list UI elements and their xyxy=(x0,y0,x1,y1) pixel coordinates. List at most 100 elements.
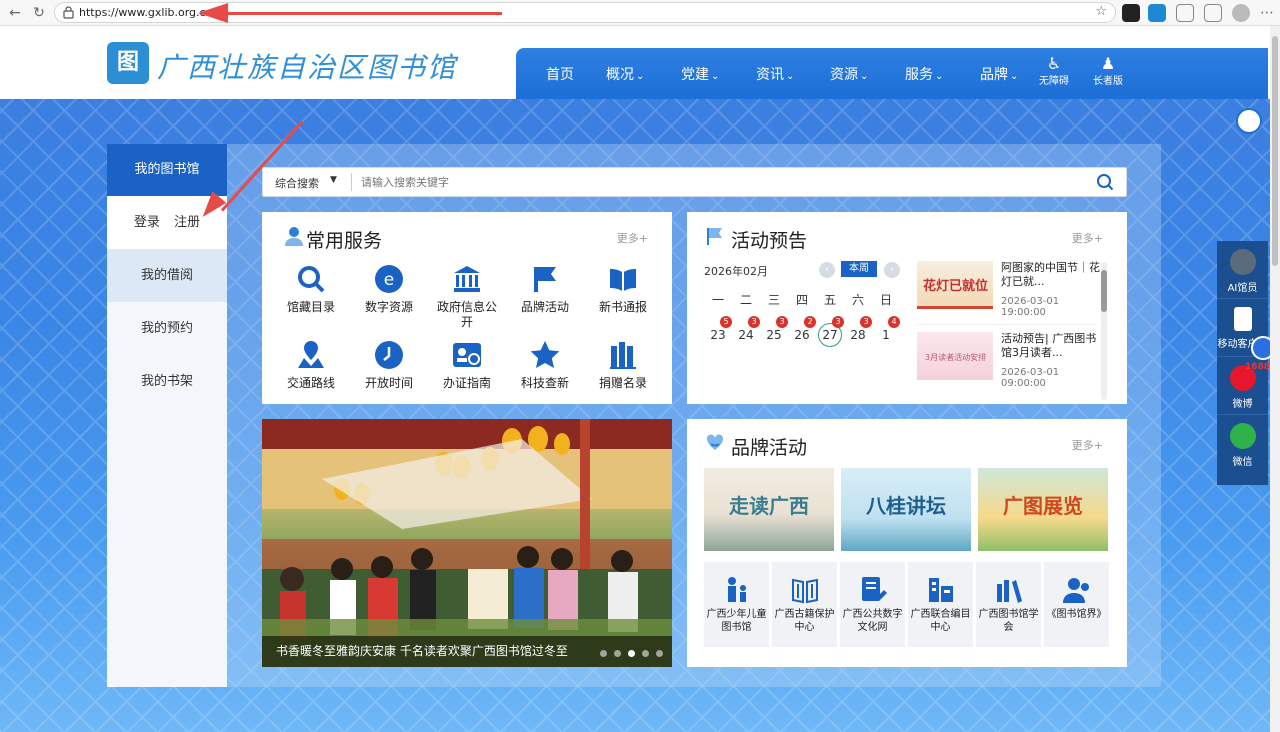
extension-icon[interactable] xyxy=(1122,4,1140,22)
elder-person-icon: ♟ xyxy=(1100,54,1116,73)
government-building-icon xyxy=(454,266,480,292)
search-icon xyxy=(298,266,325,293)
event-count-badge: 3 xyxy=(832,316,844,328)
brand-banner-bagui-lecture[interactable]: 八桂讲坛 xyxy=(841,468,971,551)
page-scrollbar[interactable] xyxy=(1270,26,1280,732)
link-library-society[interactable]: 广西图书馆学会 xyxy=(976,562,1041,647)
event-count-badge: 4 xyxy=(888,316,900,328)
this-week-button[interactable]: 本周 xyxy=(841,261,877,277)
scrollbar-thumb[interactable] xyxy=(1101,270,1107,312)
news-carousel[interactable]: 书香暖冬至雅韵庆安康 千名读者欢聚广西图书馆过冬至 xyxy=(262,419,672,667)
link-union-cataloging-center[interactable]: 广西联合编目中心 xyxy=(908,562,973,647)
services-more-link[interactable]: 更多+ xyxy=(617,230,648,246)
search-type-select[interactable]: 综合搜索 xyxy=(275,175,319,191)
ai-librarian-button[interactable]: AI馆员 xyxy=(1217,241,1268,299)
service-donation-list[interactable]: 捐赠名录 xyxy=(588,340,658,391)
carousel-dot[interactable] xyxy=(614,650,621,657)
calendar-prev-icon[interactable]: ‹ xyxy=(819,262,835,278)
login-link[interactable]: 登录 xyxy=(134,215,160,230)
service-brand-activities[interactable]: 品牌活动 xyxy=(510,264,580,315)
url-text: https://www.gxlib.org.cn xyxy=(79,6,213,19)
scrollbar-thumb[interactable] xyxy=(1272,36,1278,266)
carousel-dot-active[interactable] xyxy=(628,650,635,657)
wechat-button[interactable]: 微信 xyxy=(1217,415,1268,473)
nav-item-news[interactable]: 资讯 ⌄ xyxy=(756,64,794,84)
service-novelty-search[interactable]: 科技查新 xyxy=(510,340,580,391)
carousel-photo xyxy=(262,419,672,667)
sidebar-item-bookshelf[interactable]: 我的书架 xyxy=(107,355,227,408)
nav-item-overview[interactable]: 概况 ⌄ xyxy=(606,64,644,84)
register-link[interactable]: 注册 xyxy=(174,215,200,230)
book-open-icon xyxy=(610,269,636,291)
service-transport[interactable]: 交通路线 xyxy=(276,340,346,391)
link-ancient-books-center[interactable]: 广西古籍保护中心 xyxy=(772,562,837,647)
favorites-icon[interactable] xyxy=(1204,4,1222,22)
sidebar-item-borrowing[interactable]: 我的借阅 xyxy=(107,249,227,302)
carousel-dot[interactable] xyxy=(642,650,649,657)
chevron-down-icon: ⌄ xyxy=(860,71,869,82)
service-catalog[interactable]: 馆藏目录 xyxy=(276,264,346,315)
carousel-dot[interactable] xyxy=(656,650,663,657)
my-library-title: 我的图书馆 xyxy=(107,144,227,196)
nav-item-party[interactable]: 党建 ⌄ xyxy=(681,64,719,84)
sidebar-item-reservations[interactable]: 我的预约 xyxy=(107,302,227,355)
ai-assistant-icon[interactable] xyxy=(1236,108,1262,134)
brand-banner-walk-guangxi[interactable]: 走读广西 xyxy=(704,468,834,551)
back-icon[interactable]: ← xyxy=(6,4,24,22)
carousel-caption: 书香暖冬至雅韵庆安康 千名读者欢聚广西图书馆过冬至 xyxy=(262,636,672,667)
annotation-arrow xyxy=(222,12,502,15)
service-opening-hours[interactable]: 开放时间 xyxy=(354,340,424,391)
event-count-badge: 2 xyxy=(804,316,816,328)
lock-icon xyxy=(63,6,74,19)
calendar-month: 2026年02月 xyxy=(704,265,768,278)
service-new-books[interactable]: 新书通报 xyxy=(588,264,658,315)
carousel-dot[interactable] xyxy=(600,650,607,657)
brand-banner-exhibition[interactable]: 广图展览 xyxy=(978,468,1108,551)
events-scrollbar[interactable] xyxy=(1101,262,1107,400)
brand-more-link[interactable]: 更多+ xyxy=(1072,437,1103,453)
buildings-icon xyxy=(928,578,953,602)
annotation-arrowhead xyxy=(198,3,228,23)
services-card: 常用服务 更多+ 馆藏目录 e 数字资源 政府信息公开 品牌活动 新书通报 交通… xyxy=(262,212,672,404)
link-library-world-journal[interactable]: 《图书馆界》 xyxy=(1044,562,1109,647)
puzzle-icon[interactable] xyxy=(1176,4,1194,22)
wechat-icon xyxy=(1229,423,1256,449)
reload-icon[interactable]: ↻ xyxy=(30,4,48,22)
logo-text: 广西壮族自治区图书馆 xyxy=(157,51,458,84)
more-menu-icon[interactable]: ⋯ xyxy=(1258,4,1276,22)
nav-item-home[interactable]: 首页 xyxy=(546,64,574,84)
service-gov-info[interactable]: 政府信息公开 xyxy=(432,264,502,330)
event-item[interactable]: 3月读者活动安排 活动预告| 广西图书馆3月读者... 2026-03-01 0… xyxy=(917,332,1097,394)
chevron-down-icon: ⌄ xyxy=(711,71,720,82)
book-list-icon xyxy=(610,342,636,369)
nav-item-resources[interactable]: 资源 ⌄ xyxy=(830,64,868,84)
library-seal-icon: 图 xyxy=(107,42,149,84)
calendar-next-icon[interactable]: › xyxy=(884,262,900,278)
side-tag-label[interactable]: 1688 xyxy=(1245,362,1270,372)
nav-item-brand[interactable]: 品牌 ⌄ xyxy=(980,64,1018,84)
brand-title: 品牌活动 xyxy=(731,437,808,459)
weekday-label: 日 xyxy=(879,293,892,307)
chevron-down-icon: ⌄ xyxy=(786,71,795,82)
link-children-library[interactable]: 广西少年儿童图书馆 xyxy=(704,562,769,647)
link-digital-culture-network[interactable]: 广西公共数字文化网 xyxy=(840,562,905,647)
service-card-guide[interactable]: 办证指南 xyxy=(432,340,502,391)
dropdown-caret-icon[interactable]: ▼ xyxy=(330,175,337,185)
nav-item-services[interactable]: 服务 ⌄ xyxy=(905,64,943,84)
search-icon[interactable] xyxy=(1096,173,1114,191)
weekday-label: 一 xyxy=(711,293,724,307)
event-count-badge: 3 xyxy=(776,316,788,328)
bookmark-star-icon[interactable]: ☆ xyxy=(1095,4,1107,19)
profile-avatar[interactable] xyxy=(1232,4,1250,22)
events-more-link[interactable]: 更多+ xyxy=(1072,230,1103,246)
search-input[interactable] xyxy=(361,172,1081,192)
event-date: 2026-03-01 19:00:00 xyxy=(1001,296,1060,318)
event-item[interactable]: 花灯已就位 阿图家的中国节｜花灯已就... 2026-03-01 19:00:0… xyxy=(917,261,1100,323)
extension-icon[interactable] xyxy=(1148,4,1166,22)
wheelchair-icon: ♿ xyxy=(1046,54,1062,73)
service-digital-resources[interactable]: e 数字资源 xyxy=(354,264,424,315)
elder-mode-button[interactable]: ♟ 长者版 xyxy=(1088,54,1128,87)
event-count-badge: 3 xyxy=(748,316,760,328)
svg-text:e: e xyxy=(384,270,394,290)
accessibility-button[interactable]: ♿ 无障碍 xyxy=(1034,54,1074,87)
